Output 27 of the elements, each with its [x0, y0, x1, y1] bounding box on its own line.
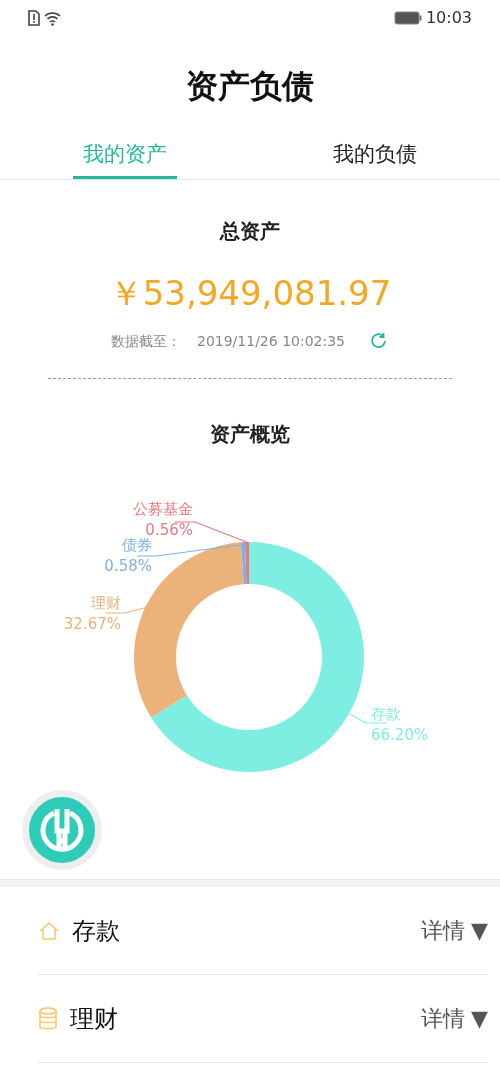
details-link[interactable]: 详情 — [421, 914, 466, 947]
as-of-label: 数据截至： — [111, 332, 181, 351]
status-time: 10:03 — [425, 7, 472, 29]
expand-toggle[interactable]: ▼ — [471, 914, 488, 947]
slice-label: 存款 — [371, 705, 401, 723]
slice-percent: 0.56% — [145, 521, 193, 539]
slice-label: 理财 — [91, 594, 121, 612]
overview-title: 资产概览 — [210, 421, 290, 448]
expand-toggle[interactable]: ▼ — [471, 1002, 488, 1035]
slice-percent: 66.20% — [371, 726, 429, 744]
sim-alert-icon — [28, 10, 40, 26]
slice-label: 公募基金 — [133, 500, 193, 518]
tab[interactable]: 我的负债 — [323, 138, 427, 179]
details-link[interactable]: 详情 — [421, 1002, 466, 1035]
total-amount: ￥53,949,081.97 — [108, 272, 392, 315]
total-label: 总资产 — [220, 218, 280, 245]
as-of-time: 2019/11/26 10:02:35 — [197, 332, 345, 351]
slice-percent: 32.67% — [63, 615, 121, 633]
slice-percent: 0.58% — [104, 557, 152, 575]
category-label: 理财 — [70, 1003, 118, 1035]
wifi-icon — [44, 10, 62, 26]
house-icon — [38, 920, 60, 941]
coin-stack-icon — [38, 1005, 58, 1032]
battery-icon — [393, 11, 422, 25]
page-title: 资产负债 — [186, 66, 314, 107]
category-label: 存款 — [72, 915, 120, 947]
slice-label: 债券 — [122, 536, 152, 554]
